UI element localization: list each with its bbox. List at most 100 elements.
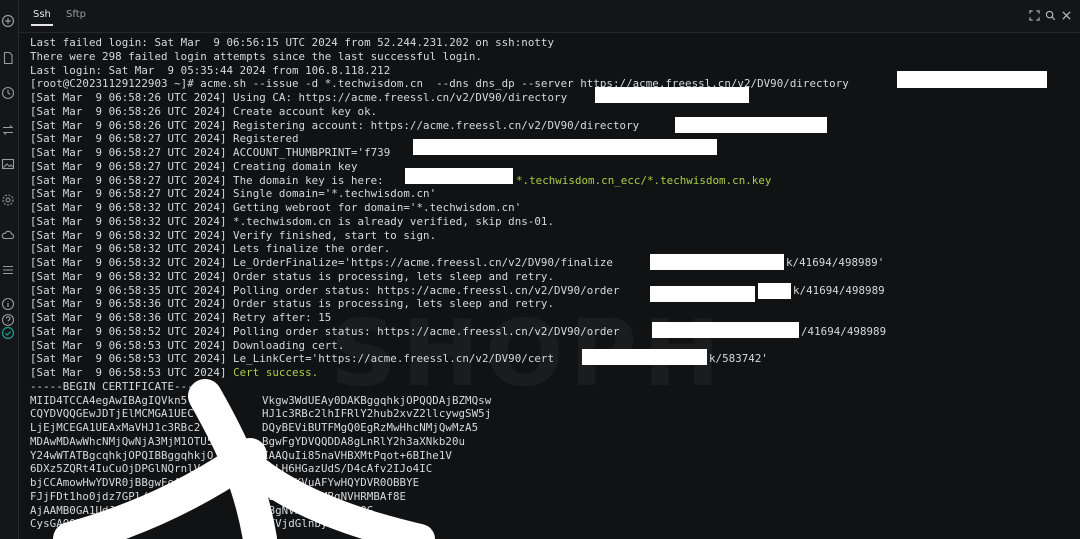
list-icon[interactable] — [1, 263, 15, 277]
terminal-line-text: Last login: Sat Mar 9 05:35:44 2024 from… — [30, 63, 391, 77]
terminal-line: AjAAMB0GA1UdJQQWMBQ JBgNVHSAEQjBAMDQG — [30, 504, 1060, 518]
transfer-icon[interactable] — [1, 123, 15, 137]
terminal-line: [Sat Mar 9 06:58:32 UTC 2024] Order stat… — [30, 270, 1060, 284]
terminal-line: [Sat Mar 9 06:58:27 UTC 2024] Single dom… — [30, 187, 1060, 201]
terminal-line-text: [Sat Mar 9 06:58:35 UTC 2024] Polling or… — [30, 283, 620, 297]
redaction-mask — [758, 283, 791, 299]
terminal-line-text: [Sat Mar 9 06:58:27 UTC 2024] ACCOUNT_TH… — [30, 146, 391, 159]
tab-ssh[interactable]: Ssh — [33, 9, 51, 20]
terminal-line: [Sat Mar 9 06:58:27 UTC 2024] The domain… — [30, 174, 1060, 188]
terminal-line: [Sat Mar 9 06:58:26 UTC 2024] Using CA: … — [30, 91, 1060, 105]
terminal-line-tail: CAAQuIi85naVHBXMtPqot+6BIhe1V — [262, 448, 452, 462]
terminal-line-tail: Vkgw3WdUEAy0DAKBggqhkjOPQQDAjBZMQsw — [262, 393, 492, 407]
terminal-line-text: [Sat Mar 9 06:58:32 UTC 2024] Order stat… — [30, 269, 555, 283]
terminal-line: Y24wWTATBgcqhkjOPQIBBggqhkjO CAAQuIi85naV… — [30, 449, 1060, 463]
terminal-line-text: bjCCAmowHwYDVR0jBBgwFoAU — [30, 476, 188, 489]
terminal-line-text: 6DXz5ZQRt4IuCuOjDPGlNQrnlV — [30, 462, 201, 476]
terminal-line: There were 298 failed login attempts sin… — [30, 50, 1060, 64]
terminal-line: Last failed login: Sat Mar 9 06:56:15 UT… — [30, 36, 1060, 50]
terminal-line-text: There were 298 failed login attempts sin… — [30, 49, 482, 63]
tab-sftp[interactable]: Sftp — [66, 9, 86, 20]
left-sidebar — [0, 0, 19, 539]
terminal-line: [Sat Mar 9 06:58:32 UTC 2024] *.techwisd… — [30, 215, 1060, 229]
terminal-line: [Sat Mar 9 06:58:53 UTC 2024] Le_LinkCer… — [30, 352, 1060, 366]
add-circle-icon[interactable] — [1, 14, 15, 28]
redaction-mask — [595, 87, 749, 103]
terminal-line: MDAwMDAwWhcNMjQwNjA3MjM1OTU5 BgwFgYDVQQDD… — [30, 435, 1060, 449]
terminal-line-text: AjAAMB0GA1UdJQQWMBQ — [30, 503, 155, 517]
terminal-line-tail: Cert success. — [233, 366, 319, 379]
tab-bar: Ssh Sftp — [19, 0, 1080, 33]
terminal-line-tail: k/41694/498989 — [793, 283, 885, 297]
image-icon[interactable] — [1, 157, 15, 171]
terminal-line: [Sat Mar 9 06:58:32 UTC 2024] Verify fin… — [30, 229, 1060, 243]
terminal-line-text: Y24wWTATBgcqhkjOPQIBBggqhkjO — [30, 448, 214, 462]
terminal-line: bjCCAmowHwYDVR0jBBgwFoAU V9OGIKVuAFYwHQYD… — [30, 476, 1060, 490]
terminal-line: [Sat Mar 9 06:58:36 UTC 2024] Retry afte… — [30, 311, 1060, 325]
terminal-output[interactable]: Last failed login: Sat Mar 9 06:56:15 UT… — [30, 36, 1060, 539]
terminal-line-tail: V9OGIKVuAFYwHQYDVR0OBBYE — [262, 476, 420, 489]
gear-icon[interactable] — [1, 193, 15, 207]
terminal-line-tail: OEAwIHgDAMBgNVHRMBAf8E — [262, 489, 407, 503]
terminal-line: [Sat Mar 9 06:58:36 UTC 2024] Order stat… — [30, 297, 1060, 311]
check-circle-icon[interactable] — [1, 326, 15, 340]
terminal-line-text: [Sat Mar 9 06:58:32 UTC 2024] Le_OrderFi… — [30, 256, 613, 269]
terminal-line: MIID4TCCA4egAwIBAgIQVkn5 Vkgw3WdUEAy0DAKB… — [30, 394, 1060, 408]
help-icon[interactable] — [1, 313, 15, 327]
redaction-mask — [405, 168, 513, 184]
file-icon[interactable] — [1, 51, 15, 65]
terminal-line-text: CQYDVQQGEwJDTjElMCMGA1UEC — [30, 407, 194, 421]
terminal-line: [Sat Mar 9 06:58:27 UTC 2024] Creating d… — [30, 160, 1060, 174]
terminal-line-text: LjEjMCEGA1UEAxMaVHJ1c3RBc2 — [30, 421, 201, 434]
terminal-line-text: [Sat Mar 9 06:58:36 UTC 2024] Retry afte… — [30, 311, 332, 324]
terminal-line-text: [Sat Mar 9 06:58:27 UTC 2024] Registered — [30, 132, 299, 146]
close-icon[interactable] — [1060, 9, 1072, 21]
terminal-line-tail: BgwFgYDVQQDDA8gLnRlY2h3aXNkb20u — [262, 434, 466, 448]
terminal-line-text: [Sat Mar 9 06:58:53 UTC 2024] Le_LinkCer… — [30, 352, 555, 366]
cloud-icon[interactable] — [1, 228, 15, 242]
terminal-line-tail: HJ1c3RBc2lhIFRlY2hub2xvZ2llcywgSW5j — [262, 407, 492, 421]
terminal-line-text: MIID4TCCA4egAwIBAgIQVkn5 — [30, 393, 188, 407]
terminal-line: CQYDVQQGEwJDTjElMCMGA1UEC HJ1c3RBc2lhIFRl… — [30, 407, 1060, 421]
terminal-line-text: [Sat Mar 9 06:58:52 UTC 2024] Polling or… — [30, 324, 620, 338]
active-tab-indicator — [31, 24, 53, 26]
terminal-line: FJjFDt1ho0jdz7GPl/yqU OEAwIHgDAMBgNVHRMBA… — [30, 490, 1060, 504]
terminal-line-text: [Sat Mar 9 06:58:32 UTC 2024] Getting we… — [30, 201, 522, 214]
terminal-line-text: Last failed login: Sat Mar 9 06:56:15 UT… — [30, 36, 555, 49]
terminal-line: LjEjMCEGA1UEAxMaVHJ1c3RBc2 DQyBEViBUTFMgQ… — [30, 421, 1060, 435]
search-icon[interactable] — [1044, 9, 1056, 21]
terminal-line-tail: GcLH6HGazUdS/D4cAfv2IJo4IC — [262, 462, 433, 476]
terminal-line-text: [Sat Mar 9 06:58:32 UTC 2024] *.techwisd… — [30, 214, 555, 228]
terminal-line: [Sat Mar 9 06:58:26 UTC 2024] Registerin… — [30, 119, 1060, 133]
terminal-line-tail: JBgNVHSAEQjBAMDQG — [262, 503, 374, 517]
terminal-line-text: [Sat Mar 9 06:58:26 UTC 2024] Using CA: … — [30, 91, 568, 104]
terminal-line: 6DXz5ZQRt4IuCuOjDPGlNQrnlV GcLH6HGazUdS/D… — [30, 462, 1060, 476]
terminal-line-text: [Sat Mar 9 06:58:32 UTC 2024] Verify fin… — [30, 228, 437, 242]
terminal-line: [Sat Mar 9 06:58:52 UTC 2024] Polling or… — [30, 325, 1060, 339]
terminal-line-tail: k/583742' — [709, 352, 768, 366]
fullscreen-icon[interactable] — [1028, 9, 1040, 21]
terminal-line: [Sat Mar 9 06:58:53 UTC 2024] Cert succe… — [30, 366, 1060, 380]
terminal-line-tail: DQyBEViBUTFMgQ0EgRzMwHhcNMjQwMzA5 — [262, 421, 479, 434]
terminal-line-tail: k/41694/498989' — [786, 256, 885, 269]
info-icon[interactable] — [1, 297, 15, 311]
terminal-line: [Sat Mar 9 06:58:35 UTC 2024] Polling or… — [30, 284, 1060, 298]
clock-icon[interactable] — [1, 86, 15, 100]
terminal-line-text: [Sat Mar 9 06:58:32 UTC 2024] Lets final… — [30, 242, 391, 256]
redaction-mask — [675, 117, 827, 133]
terminal-line-tail: /41694/498989 — [801, 324, 887, 338]
terminal-line: [Sat Mar 9 06:58:32 UTC 2024] Getting we… — [30, 201, 1060, 215]
terminal-line-text: [Sat Mar 9 06:58:53 UTC 2024] — [30, 366, 234, 379]
terminal-line-text: [Sat Mar 9 06:58:27 UTC 2024] The domain… — [30, 173, 384, 187]
terminal-line: [Sat Mar 9 06:58:26 UTC 2024] Create acc… — [30, 105, 1060, 119]
terminal-line-text: MDAwMDAwWhcNMjQwNjA3MjM1OTU5 — [30, 434, 214, 448]
terminal-line-text: CysGAQOBsjEBAg — [30, 517, 122, 531]
terminal-line-text: [Sat Mar 9 06:58:27 UTC 2024] Creating d… — [30, 159, 358, 173]
redaction-mask — [650, 286, 755, 302]
terminal-line-text: [Sat Mar 9 06:58:36 UTC 2024] Order stat… — [30, 297, 555, 311]
terminal-line: [Sat Mar 9 06:58:32 UTC 2024] Lets final… — [30, 242, 1060, 256]
redaction-mask — [652, 322, 799, 338]
terminal-line-text: [Sat Mar 9 06:58:53 UTC 2024] Downloadin… — [30, 338, 345, 352]
terminal-line: [Sat Mar 9 06:58:53 UTC 2024] Downloadin… — [30, 339, 1060, 353]
terminal-line-text: [Sat Mar 9 06:58:26 UTC 2024] Registerin… — [30, 118, 640, 132]
